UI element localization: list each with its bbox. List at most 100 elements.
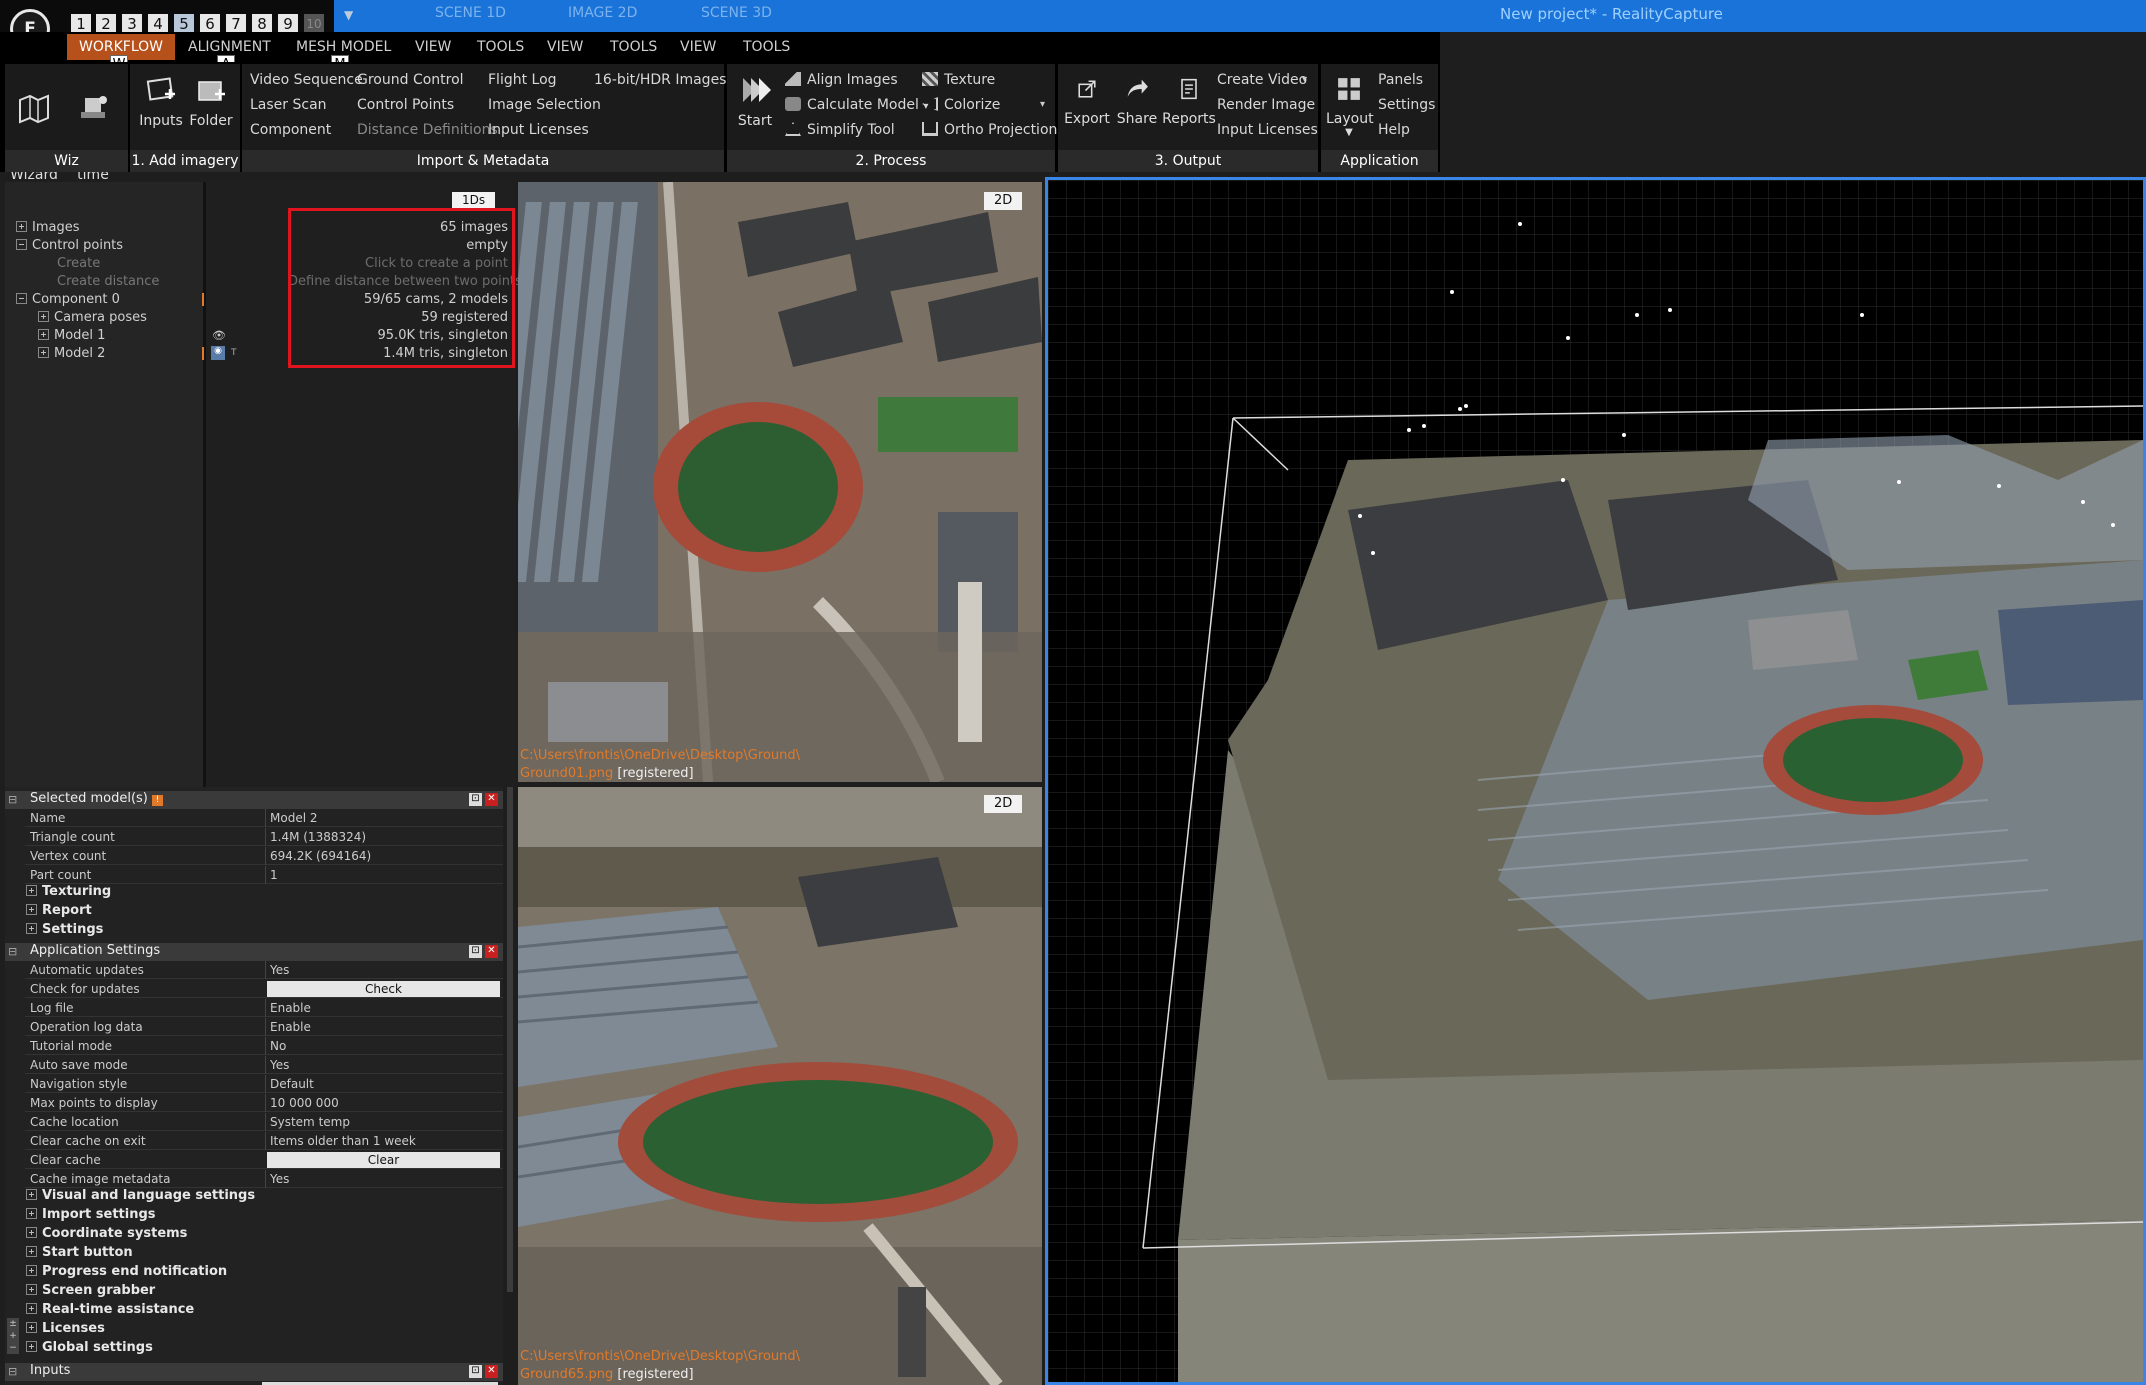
simplify-tool-button[interactable]: Simplify Tool bbox=[785, 122, 895, 138]
clear-cache-button[interactable]: Clear bbox=[267, 1152, 500, 1168]
texture-button[interactable]: Texture bbox=[922, 72, 995, 88]
layout-tab-2[interactable]: 2 bbox=[96, 14, 116, 34]
panel-close-icon[interactable]: ✕ bbox=[485, 945, 498, 958]
tree-item-control-points[interactable]: Control points bbox=[16, 238, 123, 253]
layout-tab-7[interactable]: 7 bbox=[226, 14, 246, 34]
collapse-panel-icon[interactable]: ⊟ bbox=[8, 793, 17, 806]
setting-cache-image-metadata[interactable]: Cache image metadata Yes bbox=[25, 1170, 503, 1188]
expand-icon[interactable] bbox=[26, 1284, 37, 1295]
scene-3d-view[interactable] bbox=[1045, 177, 2146, 1385]
section-texturing[interactable]: Texturing bbox=[26, 884, 111, 899]
flight-log-button[interactable]: Flight Log bbox=[488, 72, 557, 88]
section-screen-grabber[interactable]: Screen grabber bbox=[26, 1283, 155, 1298]
application-settings-header[interactable]: Application Settings bbox=[5, 943, 503, 961]
setting-log-file[interactable]: Log file Enable bbox=[25, 999, 503, 1017]
menu-tools-2[interactable]: TOOLS bbox=[610, 39, 657, 55]
expand-collapse-all-icon[interactable]: ± + − bbox=[7, 1318, 19, 1354]
tab-1ds[interactable]: 1Ds bbox=[452, 192, 496, 208]
expand-icon[interactable] bbox=[38, 347, 49, 358]
expand-icon[interactable] bbox=[38, 329, 49, 340]
tree-item-create[interactable]: Create bbox=[57, 256, 100, 271]
layout-tab-3[interactable]: 3 bbox=[122, 14, 142, 34]
create-video-chevron-icon[interactable]: ▾ bbox=[1302, 74, 1307, 85]
collapse-panel-icon[interactable]: ⊟ bbox=[8, 1365, 17, 1378]
setting-operation-log-data[interactable]: Operation log data Enable bbox=[25, 1018, 503, 1036]
laser-scan-button[interactable]: Laser Scan bbox=[250, 97, 327, 113]
collapse-icon[interactable] bbox=[16, 293, 27, 304]
setting-auto-save-mode[interactable]: Auto save mode Yes bbox=[25, 1056, 503, 1074]
align-images-button[interactable]: Align Images bbox=[785, 72, 898, 88]
input-licenses-button[interactable]: Input Licenses bbox=[488, 122, 589, 138]
selected-models-header[interactable]: Selected model(s) ! bbox=[5, 791, 503, 809]
start-button[interactable]: Start bbox=[732, 72, 778, 130]
menu-alignment[interactable]: ALIGNMENT bbox=[188, 39, 271, 55]
tree-item-camera-poses[interactable]: Camera poses bbox=[38, 310, 147, 325]
image-selection-button[interactable]: Image Selection bbox=[488, 97, 601, 113]
panels-button[interactable]: Panels bbox=[1378, 72, 1423, 88]
badge-2d-bottom[interactable]: 2D bbox=[984, 795, 1023, 813]
layout-tab-6[interactable]: 6 bbox=[200, 14, 220, 34]
distance-definitions-button[interactable]: Distance Definitions bbox=[357, 122, 498, 138]
image-view-top[interactable]: 2D C:\Users\frontis\OneDrive\Desktop\Gro… bbox=[518, 182, 1042, 782]
expand-icon[interactable] bbox=[26, 1341, 37, 1352]
image-view-bottom[interactable]: 2D C:\Users\frontis\OneDrive\Desktop\Gro… bbox=[518, 787, 1042, 1385]
section-licenses[interactable]: Licenses bbox=[26, 1321, 105, 1336]
section-realtime-assistance[interactable]: Real-time assistance bbox=[26, 1302, 194, 1317]
help-button[interactable]: Help bbox=[1378, 122, 1410, 138]
inputs-button[interactable]: Inputs bbox=[138, 72, 184, 130]
expand-icon[interactable] bbox=[26, 904, 37, 915]
settings-button[interactable]: Settings bbox=[1378, 97, 1435, 113]
expand-icon[interactable] bbox=[26, 1322, 37, 1333]
video-sequence-button[interactable]: Video Sequence bbox=[250, 72, 363, 88]
section-import-settings[interactable]: Import settings bbox=[26, 1207, 156, 1222]
properties-scrollbar[interactable] bbox=[507, 787, 513, 1292]
layout-tab-1[interactable]: 1 bbox=[71, 14, 91, 34]
expand-icon[interactable] bbox=[26, 1189, 37, 1200]
section-coordinate-systems[interactable]: Coordinate systems bbox=[26, 1226, 187, 1241]
menu-mesh-model[interactable]: MESH MODEL bbox=[296, 39, 391, 55]
hdr-images-button[interactable]: 16-bit/HDR Images bbox=[594, 72, 726, 88]
ortho-projection-button[interactable]: Ortho Projection bbox=[922, 122, 1057, 138]
layout-chevron-icon[interactable]: ▼ bbox=[1326, 128, 1372, 138]
expand-icon[interactable] bbox=[26, 885, 37, 896]
expand-icon[interactable] bbox=[26, 1246, 37, 1257]
setting-navigation-style[interactable]: Navigation style Default bbox=[25, 1075, 503, 1093]
expand-icon[interactable] bbox=[38, 311, 49, 322]
layout-button[interactable]: Layout ▼ bbox=[1326, 75, 1374, 138]
expand-icon[interactable] bbox=[26, 1208, 37, 1219]
panel-pin-icon[interactable]: ⊡ bbox=[469, 945, 482, 958]
visibility-eye-icon[interactable]: 👁 bbox=[212, 329, 226, 342]
setting-clear-cache-on-exit[interactable]: Clear cache on exit Items older than 1 we… bbox=[25, 1132, 503, 1150]
layout-tab-10[interactable]: 10 bbox=[304, 14, 324, 34]
export-button[interactable]: Export bbox=[1063, 75, 1111, 128]
ground-control-button[interactable]: Ground Control bbox=[357, 72, 464, 88]
check-updates-button[interactable]: Check bbox=[267, 981, 500, 997]
panel-pin-icon[interactable]: ⊡ bbox=[469, 793, 482, 806]
menu-view-3[interactable]: VIEW bbox=[680, 39, 716, 55]
collapse-icon[interactable] bbox=[16, 239, 27, 250]
section-global-settings[interactable]: Global settings bbox=[26, 1340, 153, 1355]
section-visual-language[interactable]: Visual and language settings bbox=[26, 1188, 255, 1203]
section-report[interactable]: Report bbox=[26, 903, 92, 918]
colorize-button[interactable]: Colorize bbox=[922, 97, 1000, 113]
collapse-panel-icon[interactable]: ⊟ bbox=[8, 945, 17, 958]
visibility-eye-selected-icon[interactable]: ◉ bbox=[211, 346, 225, 360]
tree-item-component-0[interactable]: Component 0 bbox=[16, 292, 120, 307]
tree-item-images[interactable]: Images bbox=[16, 220, 80, 235]
expand-icon[interactable] bbox=[16, 221, 27, 232]
menu-view-2[interactable]: VIEW bbox=[547, 39, 583, 55]
expand-icon[interactable] bbox=[26, 1303, 37, 1314]
layout-tab-4[interactable]: 4 bbox=[148, 14, 168, 34]
folder-button[interactable]: Folder bbox=[188, 72, 234, 130]
tree-item-create-distance[interactable]: Create distance bbox=[57, 274, 159, 289]
tree-item-model-2[interactable]: Model 2 bbox=[38, 346, 105, 361]
colorize-chevron-icon[interactable]: ▾ bbox=[1040, 99, 1045, 110]
tree-divider[interactable] bbox=[203, 182, 206, 787]
render-image-button[interactable]: Render Image bbox=[1217, 97, 1315, 113]
section-start-button[interactable]: Start button bbox=[26, 1245, 133, 1260]
menu-tools-3[interactable]: TOOLS bbox=[743, 39, 790, 55]
scene-tab-image-2d[interactable]: IMAGE 2D bbox=[568, 5, 637, 21]
scene-tab-3d[interactable]: SCENE 3D bbox=[701, 5, 772, 21]
share-button[interactable]: Share bbox=[1113, 75, 1161, 128]
setting-tutorial-mode[interactable]: Tutorial mode No bbox=[25, 1037, 503, 1055]
